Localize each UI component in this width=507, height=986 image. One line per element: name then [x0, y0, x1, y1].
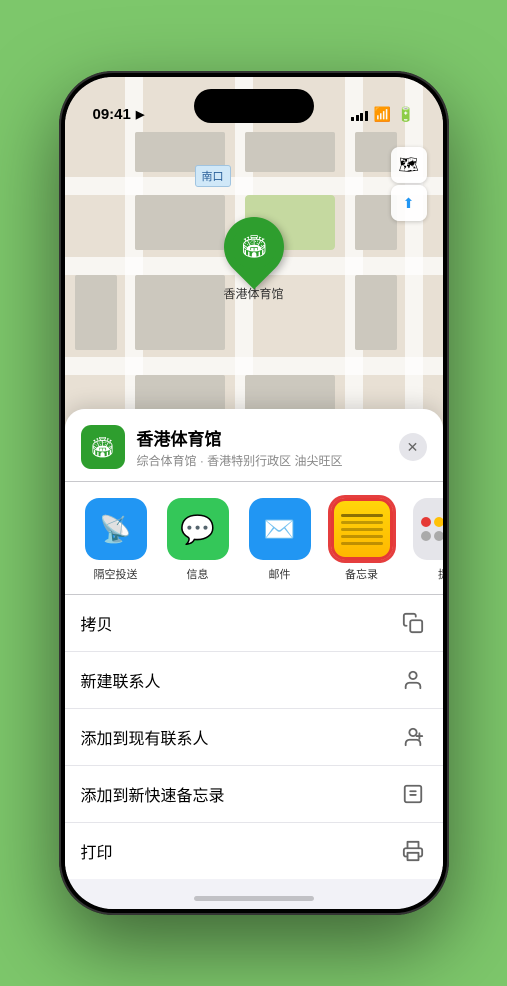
building-4 — [135, 195, 225, 250]
add-quick-note-label: 添加到新快速备忘录 — [81, 782, 225, 806]
print-icon — [399, 837, 427, 865]
more-dots-row-2 — [421, 531, 443, 541]
building-6 — [75, 275, 117, 350]
signal-bar-1 — [351, 117, 354, 121]
map-controls: 🗺 ⬆ — [391, 147, 427, 221]
layers-icon: 🗺 — [398, 155, 418, 175]
map-layers-button[interactable]: 🗺 — [391, 147, 427, 183]
add-quick-note-icon — [399, 780, 427, 808]
share-messages[interactable]: 💬 信息 — [163, 498, 233, 582]
dot-gray-1 — [421, 531, 431, 541]
signal-bar-3 — [360, 113, 363, 121]
signal-bar-2 — [356, 115, 359, 121]
close-icon: ✕ — [407, 439, 419, 456]
wifi-icon: 📶 — [374, 106, 391, 123]
building-7 — [135, 275, 225, 350]
signal-bar-4 — [365, 111, 368, 121]
location-arrow-icon: ⬆ — [403, 195, 415, 212]
location-indicator: ▶ — [136, 108, 144, 121]
dot-red — [421, 517, 431, 527]
add-existing-contact-label: 添加到现有联系人 — [81, 725, 209, 749]
time-display: 09:41 — [93, 106, 131, 123]
bottom-sheet: 🏟 香港体育馆 综合体育馆 · 香港特别行政区 油尖旺区 ✕ 📡 隔空投送 — [65, 409, 443, 909]
stadium-icon: 🏟 — [240, 234, 268, 260]
more-dots-row-1 — [421, 517, 443, 527]
location-pin: 🏟 香港体育馆 — [223, 217, 283, 302]
notes-icon-wrap — [331, 498, 393, 560]
map-label-nankou: 南口 — [195, 165, 231, 187]
notes-line-3 — [341, 528, 383, 531]
phone-screen: 09:41 ▶ 📶 🔋 — [65, 77, 443, 909]
pin-inner: 🏟 — [231, 225, 275, 269]
share-more[interactable]: 提 — [409, 498, 443, 582]
action-list: 拷贝 新建联系人 — [65, 595, 443, 879]
my-location-button[interactable]: ⬆ — [391, 185, 427, 221]
action-add-quick-note[interactable]: 添加到新快速备忘录 — [65, 766, 443, 823]
dot-yellow — [434, 517, 443, 527]
location-info: 香港体育馆 综合体育馆 · 香港特别行政区 油尖旺区 — [137, 425, 399, 469]
add-existing-contact-icon — [399, 723, 427, 751]
airdrop-icon: 📡 — [99, 514, 131, 545]
notes-line-4 — [341, 535, 383, 538]
battery-icon: 🔋 — [397, 106, 414, 123]
more-icon-wrap — [413, 498, 443, 560]
airdrop-label: 隔空投送 — [94, 566, 138, 582]
share-airdrop[interactable]: 📡 隔空投送 — [81, 498, 151, 582]
venue-detail: 综合体育馆 · 香港特别行政区 油尖旺区 — [137, 452, 399, 469]
status-time: 09:41 ▶ — [93, 106, 145, 123]
road-h-3 — [65, 357, 443, 375]
close-button[interactable]: ✕ — [399, 433, 427, 461]
signal-icon — [351, 109, 368, 121]
action-new-contact[interactable]: 新建联系人 — [65, 652, 443, 709]
print-label: 打印 — [81, 839, 113, 863]
share-row: 📡 隔空投送 💬 信息 ✉️ 邮件 — [65, 482, 443, 595]
venue-name: 香港体育馆 — [137, 425, 399, 450]
status-icons: 📶 🔋 — [351, 106, 414, 123]
more-label: 提 — [438, 566, 443, 582]
new-contact-icon — [399, 666, 427, 694]
building-8 — [355, 275, 397, 350]
notes-line-5 — [341, 542, 383, 545]
venue-icon: 🏟 — [90, 435, 115, 460]
messages-icon: 💬 — [180, 513, 215, 546]
share-mail[interactable]: ✉️ 邮件 — [245, 498, 315, 582]
mail-icon-wrap: ✉️ — [249, 498, 311, 560]
road-h-1 — [65, 177, 443, 195]
pin-shape: 🏟 — [211, 205, 296, 290]
messages-label: 信息 — [187, 566, 209, 582]
building-2 — [245, 132, 335, 172]
airdrop-icon-wrap: 📡 — [85, 498, 147, 560]
phone-frame: 09:41 ▶ 📶 🔋 — [59, 71, 449, 915]
copy-icon — [399, 609, 427, 637]
mail-label: 邮件 — [269, 566, 291, 582]
mail-icon: ✉️ — [263, 514, 295, 545]
more-dots-container — [413, 507, 443, 551]
dot-gray-2 — [434, 531, 443, 541]
notes-label: 备忘录 — [345, 566, 378, 582]
dynamic-island — [194, 89, 314, 123]
new-contact-label: 新建联系人 — [81, 668, 161, 692]
share-notes[interactable]: 备忘录 — [327, 498, 397, 582]
messages-icon-wrap: 💬 — [167, 498, 229, 560]
notes-line-2 — [341, 521, 383, 524]
action-print[interactable]: 打印 — [65, 823, 443, 879]
notes-lines — [334, 506, 390, 553]
home-indicator — [194, 896, 314, 901]
copy-label: 拷贝 — [81, 611, 113, 635]
location-header: 🏟 香港体育馆 综合体育馆 · 香港特别行政区 油尖旺区 ✕ — [65, 409, 443, 482]
notes-line-1 — [341, 514, 383, 517]
venue-logo: 🏟 — [81, 425, 125, 469]
action-add-existing-contact[interactable]: 添加到现有联系人 — [65, 709, 443, 766]
action-copy[interactable]: 拷贝 — [65, 595, 443, 652]
